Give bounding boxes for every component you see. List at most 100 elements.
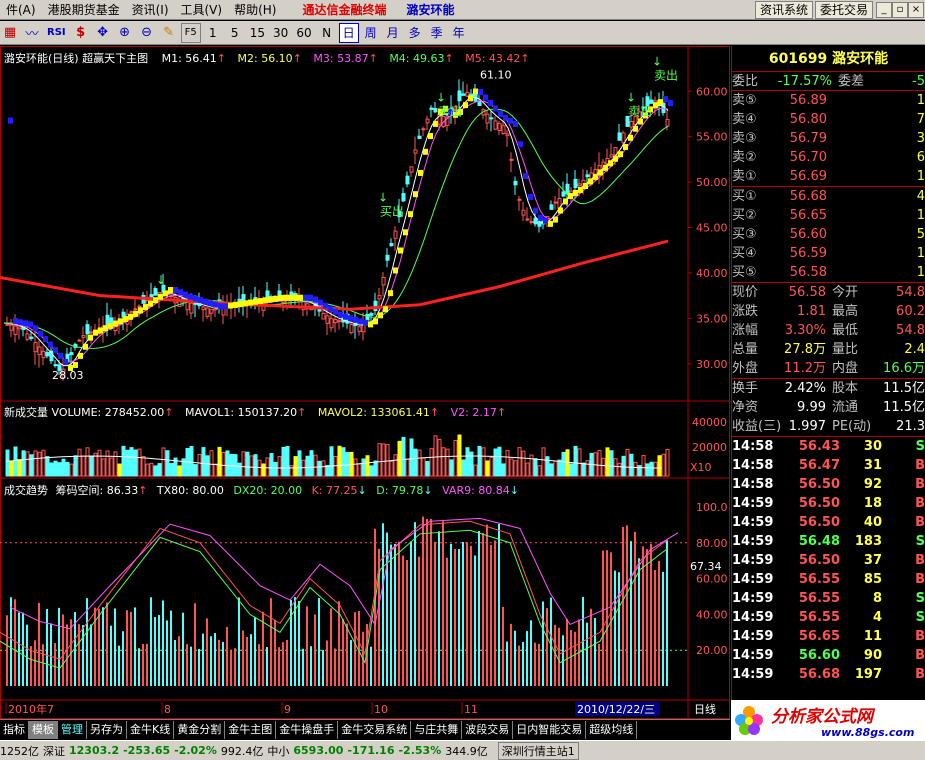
chouma-bar [402,555,404,686]
weibi-row: 委比 -17.57% 委差 -5 [732,72,925,91]
move-icon[interactable]: ✥ [93,23,113,43]
draw-icon[interactable]: ✎ [159,23,179,43]
volume-bar [621,455,626,477]
trend-ribbon-block [638,118,643,125]
chart-area[interactable]: 60.00 55.00 50.00 45.00 40.00 35.00 30.00 61.10… [0,46,730,719]
trend-ribbon-block [313,296,318,303]
period-button[interactable]: 30 [270,23,291,43]
volume-bar [357,463,362,477]
menu-item-hk-futures[interactable]: 港股期货基金 [42,1,126,18]
chouma-bar [614,570,616,686]
chart-icon[interactable]: ▦ [0,23,20,43]
chouma-bar [554,624,556,686]
formula-tab[interactable]: 日内智能交易 [513,720,587,739]
smb-value: 6593.00 [293,744,344,757]
rsi-icon[interactable]: RSI [44,23,69,43]
tick-time: 14:59 [732,534,774,549]
volume-bar [505,450,510,477]
volume-bar [341,447,346,477]
zoom-out-icon[interactable]: ⊖ [137,23,157,43]
info-system-button[interactable]: 资讯系统 [755,1,814,19]
formula-tab[interactable]: 金牛交易系统 [338,720,412,739]
chouma-bar [210,636,212,686]
indicator-icon[interactable]: 〰 [22,23,42,43]
server-status[interactable]: 深圳行情主站1 [497,741,579,760]
formula-tab[interactable]: 金牛操盘手 [276,720,339,739]
dollar-icon[interactable]: $ [71,23,91,43]
tick-time: 14:58 [732,458,774,473]
formula-tab[interactable]: 另存为 [87,720,127,739]
candle [389,242,394,247]
period-button[interactable]: 月 [383,23,403,43]
period-button[interactable]: 15 [247,23,268,43]
formula-tab[interactable]: 金牛主图 [225,720,277,739]
tick-price: 56.55 [798,572,840,587]
period-button[interactable]: 60 [293,23,314,43]
restore-icon[interactable]: ▫ [892,2,908,18]
candle [385,254,390,261]
tick-volume: 30 [863,439,882,454]
period-button[interactable]: 1 [203,23,223,43]
period-button[interactable]: 日 [338,22,359,43]
volume-axis-label: 40000 [692,416,727,429]
fin-value: 1.997 [788,419,826,434]
tick-row: 14:58 56.47 31 B [732,456,925,475]
menu-item-info[interactable]: 资讯(I) [126,1,175,18]
volume-bar [581,462,586,477]
close-icon[interactable]: × [908,2,924,18]
formula-tab[interactable]: 指标 [0,720,29,739]
volume-bar [617,462,622,477]
fin-label: 净资 [732,400,759,415]
trend-ribbon-block [198,297,203,304]
formula-tab[interactable]: 金牛K线 [127,720,175,739]
trend-ribbon-block [288,294,293,301]
formula-tab[interactable]: 黄金分割 [174,720,226,739]
tick-list[interactable]: 14:58 56.43 30 S 14:58 56.47 31 B 14:58 56.50 92 B 1… [732,437,925,684]
chouma-bar [590,608,592,686]
volume-bar [493,448,498,477]
volume-bar [53,460,58,477]
bid-volume: 1 [916,246,925,261]
menu-item-help[interactable]: 帮助(H) [228,1,282,18]
fin-value: 2.42% [784,381,826,396]
trend-ribbon-block [578,186,583,193]
formula-tab[interactable]: 超级均线 [586,720,638,739]
chouma-bar [214,633,216,686]
bid-volume: 1 [916,265,925,280]
trend-ribbon-block [573,189,578,196]
zoom-in-icon[interactable]: ⊕ [115,23,135,43]
period-button[interactable]: 5 [225,23,245,43]
candle [213,308,218,311]
tick-row: 14:59 56.48 183 S [732,532,925,551]
formula-tab[interactable]: 管理 [58,720,87,739]
period-button[interactable]: 年 [449,23,469,43]
fin-value: 21.3 [896,419,925,434]
minimize-icon[interactable]: _ [876,2,892,18]
chart-canvas[interactable]: 60.00 55.00 50.00 45.00 40.00 35.00 30.00 61.10… [0,46,730,719]
volume-bar [361,458,366,477]
menu-item-file[interactable]: 件(A) [0,1,42,18]
candle [5,323,10,326]
menu-item-tools[interactable]: 工具(V) [175,1,229,18]
period-button[interactable]: 季 [427,23,447,43]
period-button[interactable]: 多 [405,23,425,43]
stat-row: 涨幅 3.30% 最低 54.8 [732,321,925,340]
tick-volume: 18 [863,496,882,511]
volume-bar [265,457,270,477]
chouma-bar [434,541,436,686]
volume-bar [577,448,582,477]
formula-tab[interactable]: 与庄共舞 [411,720,463,739]
trend-ribbon-block [343,313,348,320]
volume-bar [585,460,590,477]
volume-bar [481,447,486,477]
formula-tab[interactable]: 波段交易 [462,720,514,739]
chouma-bar [470,545,472,686]
formula-tab[interactable]: 模板 [29,720,58,739]
trade-button[interactable]: 委托交易 [815,1,874,19]
period-button[interactable]: N [317,23,337,43]
f5-icon[interactable]: F5 [180,22,201,43]
signal-arrow-icon: ↓ [378,191,388,205]
period-button[interactable]: 周 [361,23,381,43]
date-axis-label: 9 [284,703,291,716]
trend-ribbon-block [13,318,18,325]
